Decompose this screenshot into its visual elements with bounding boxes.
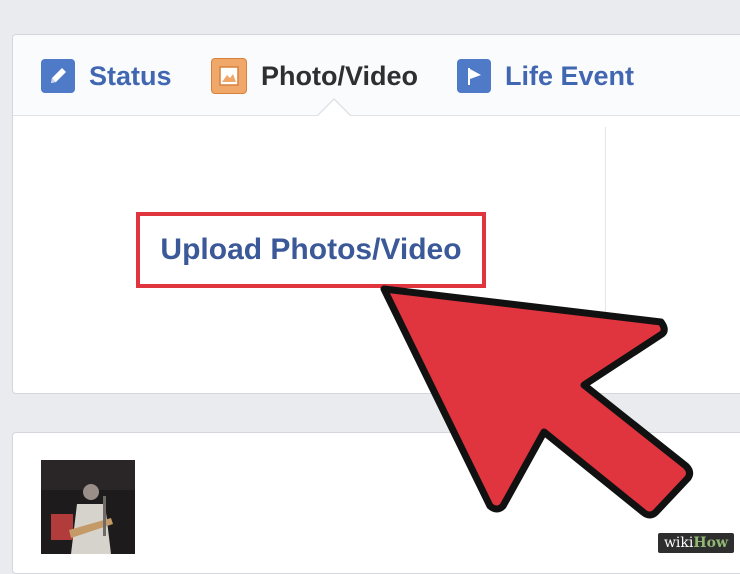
composer-tabs: Status Photo/Video Life Event bbox=[13, 35, 740, 116]
avatar[interactable] bbox=[41, 460, 135, 554]
feed-post-card bbox=[12, 432, 740, 574]
tab-photo-video[interactable]: Photo/Video bbox=[211, 57, 418, 95]
tab-life-event-label: Life Event bbox=[505, 60, 635, 91]
composer-divider bbox=[605, 127, 606, 345]
flag-icon bbox=[457, 59, 491, 93]
wikihow-watermark: wiki How bbox=[657, 533, 734, 553]
tab-photo-video-label: Photo/Video bbox=[261, 60, 419, 91]
watermark-how: How bbox=[693, 535, 728, 551]
upload-photos-video-link[interactable]: Upload Photos/Video bbox=[136, 212, 486, 288]
upload-photos-video-label: Upload Photos/Video bbox=[160, 233, 462, 266]
tab-life-event[interactable]: Life Event bbox=[457, 57, 634, 95]
post-composer: Status Photo/Video Life Event Upload Pho… bbox=[12, 34, 740, 394]
active-tab-caret-fill bbox=[318, 100, 350, 116]
tab-status[interactable]: Status bbox=[41, 57, 172, 95]
pencil-icon bbox=[41, 59, 75, 93]
tab-status-label: Status bbox=[89, 60, 172, 91]
photo-icon bbox=[211, 58, 247, 94]
watermark-wiki: wiki bbox=[663, 535, 694, 551]
